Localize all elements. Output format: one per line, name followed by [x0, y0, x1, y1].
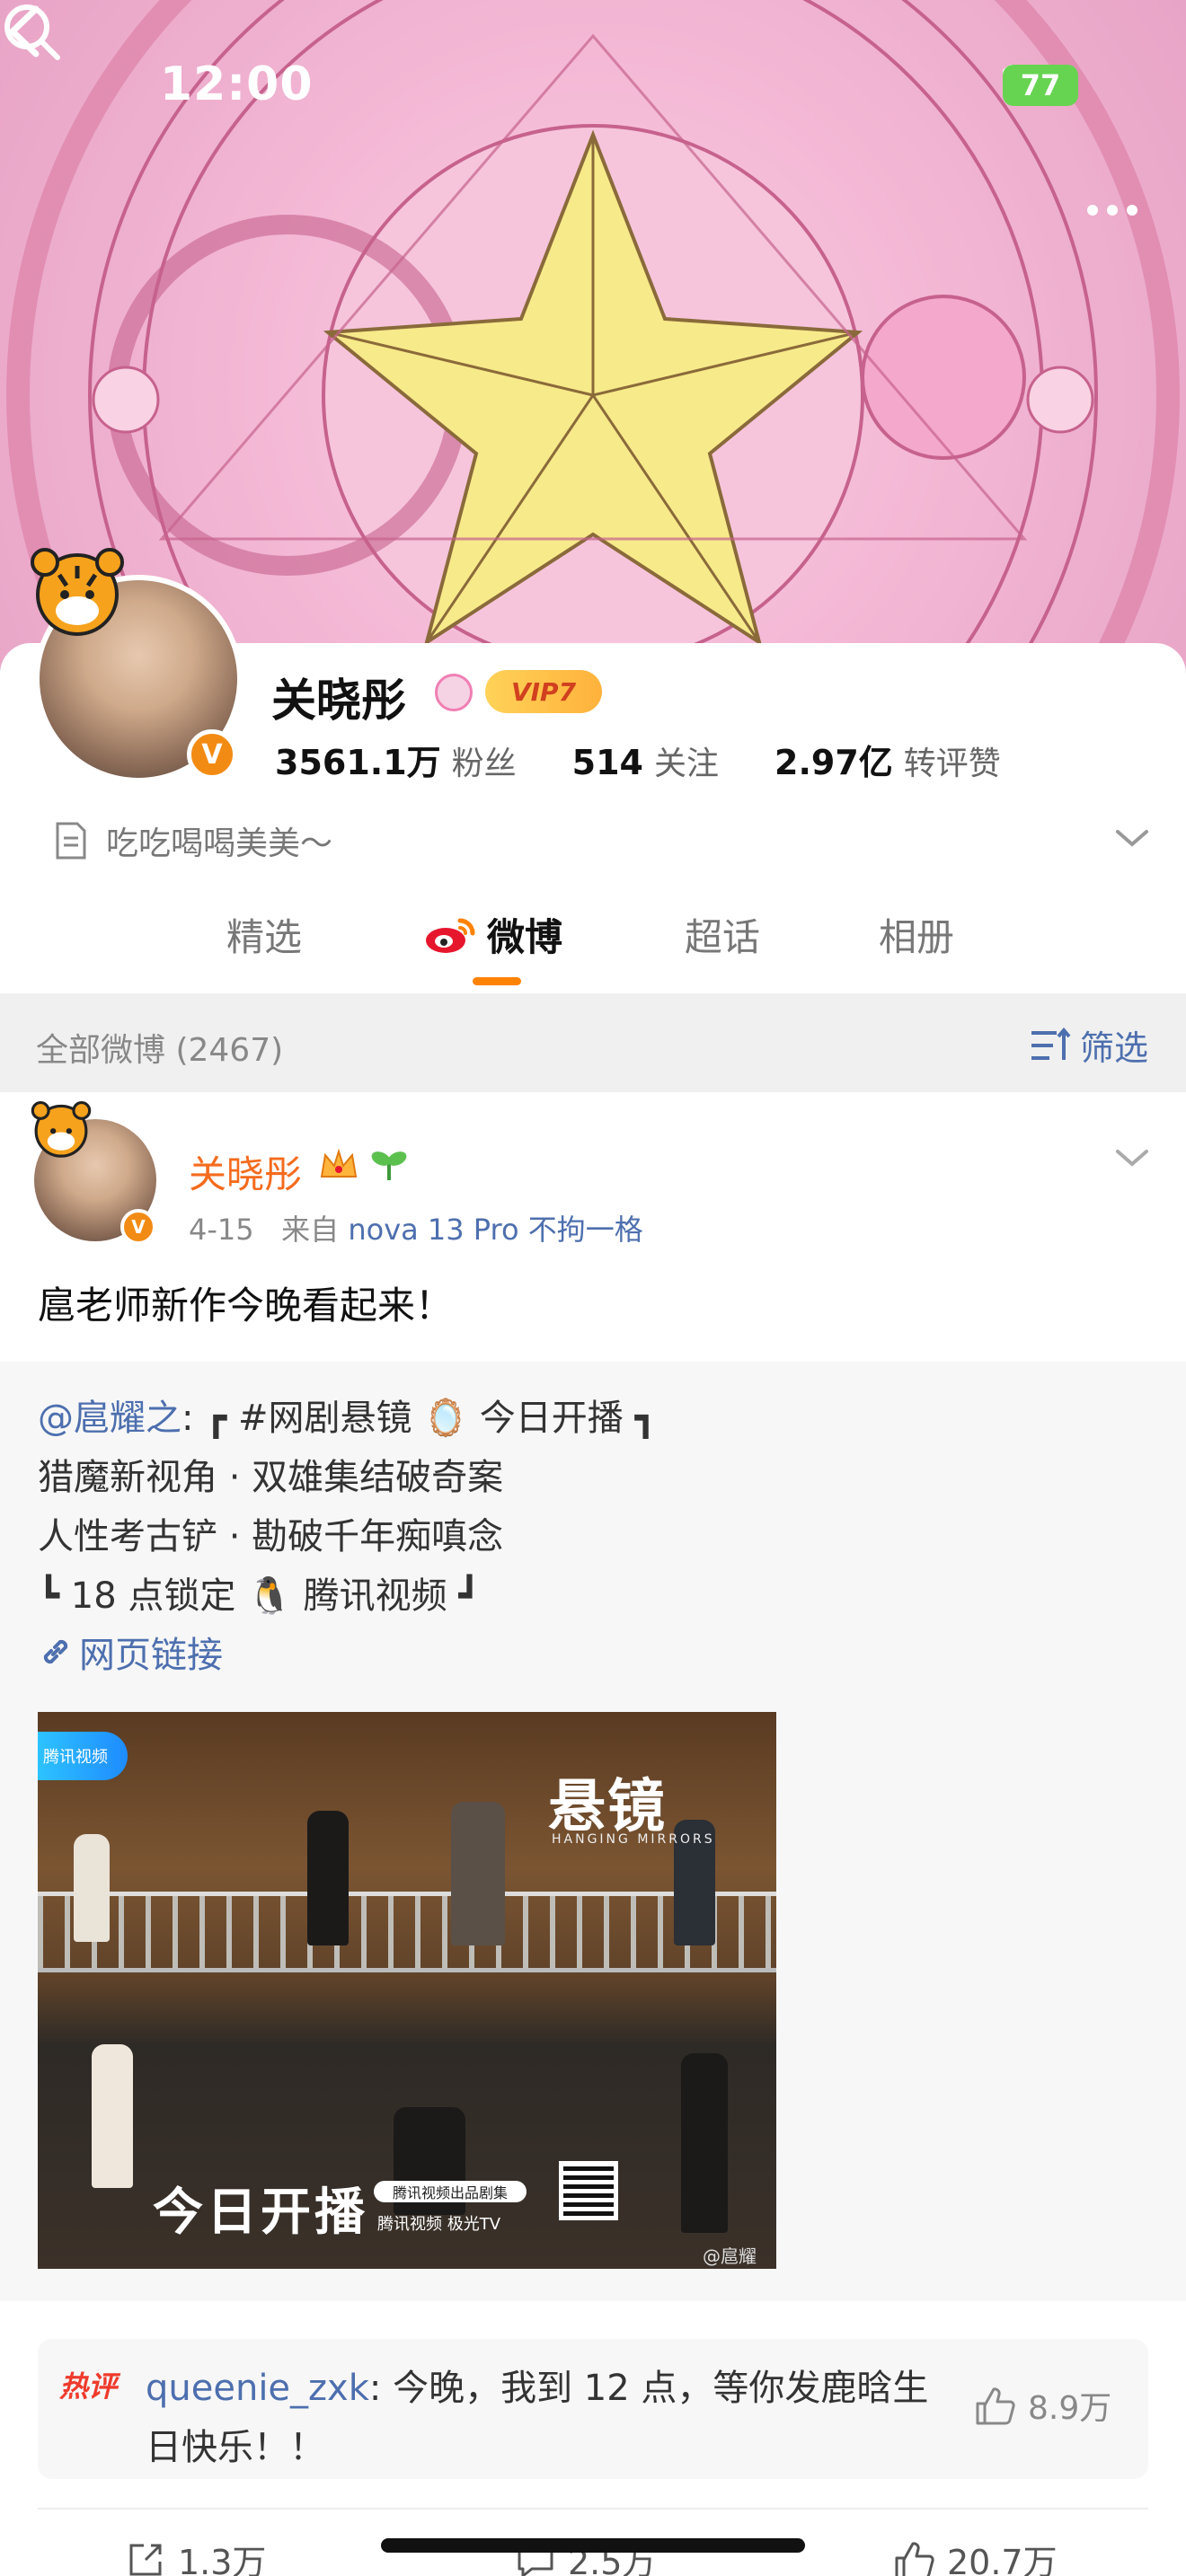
all-posts-count: 全部微博 (2467)	[36, 1032, 284, 1069]
interactions-count: 2.97亿	[774, 743, 893, 782]
battery-level: 77	[1020, 68, 1061, 102]
hot-comment-text: queenie_zxk: 今晚，我到 12 点，等你发鹿晗生日快乐！！	[146, 2359, 936, 2477]
interactions-label: 转评赞	[903, 745, 1001, 782]
profile-bio[interactable]: 吃吃喝喝美美～	[54, 817, 332, 864]
poster-title: 悬镜	[548, 1774, 667, 1840]
stat-followers[interactable]: 3561.1万 粉丝	[275, 735, 517, 784]
hot-comment-like-button[interactable]: 8.9万	[974, 2382, 1111, 2429]
profile-tabs: 精选 微博 超话 相册	[0, 898, 1186, 988]
post-verified-badge: V	[120, 1209, 156, 1245]
tiger-pendant-icon	[31, 1101, 92, 1158]
like-count: 20.7万	[947, 2543, 1058, 2576]
hot-comment[interactable]: 热评 queenie_zxk: 今晚，我到 12 点，等你发鹿晗生日快乐！！ 8…	[38, 2339, 1148, 2479]
poster-platforms: 腾讯视频 极光TV	[377, 2215, 501, 2234]
hot-comment-badge: 热评	[59, 2369, 118, 2404]
tiger-pendant-icon	[31, 548, 124, 636]
stat-following[interactable]: 514 关注	[572, 737, 719, 784]
post-date: 4-15	[189, 1213, 254, 1247]
web-link-label: 网页链接	[79, 1635, 223, 1676]
status-bar: 12:00 77	[0, 54, 1186, 117]
battery-indicator: 77	[1003, 65, 1078, 106]
chevron-down-icon[interactable]	[1114, 825, 1150, 851]
hot-comment-user[interactable]: queenie_zxk	[146, 2368, 369, 2409]
web-link[interactable]: 网页链接	[38, 1626, 223, 1678]
followers-count: 3561.1万	[275, 743, 441, 782]
post-author-name[interactable]: 关晓彤	[189, 1144, 302, 1199]
share-icon	[129, 2544, 162, 2575]
search-icon[interactable]	[0, 0, 63, 63]
poster-subtitle: HANGING MIRRORS	[552, 1832, 715, 1847]
repost-line-4: ┗ 18 点锁定 🐧 腾讯视频 ┛	[38, 1575, 481, 1617]
filter-icon	[1031, 1027, 1071, 1060]
link-icon	[43, 1639, 68, 1664]
profile-avatar[interactable]: V	[31, 548, 243, 783]
sprout-icon[interactable]	[368, 1146, 410, 1182]
post-source[interactable]: nova 13 Pro 不拘一格	[348, 1213, 642, 1247]
repost-line-3: 人性考古铲 · 勘破千年痴嗔念	[38, 1516, 504, 1557]
poster-watermark: @扈耀	[703, 2245, 757, 2267]
stat-interactions[interactable]: 2.97亿 转评赞	[774, 735, 1001, 784]
post-text: 扈老师新作今晚看起来！	[38, 1284, 454, 1328]
tab-super-topic[interactable]: 超话	[685, 907, 760, 962]
repost-count: 1.3万	[178, 2543, 267, 2576]
tab-featured[interactable]: 精选	[226, 907, 302, 962]
profile-stats: 3561.1万 粉丝 514 关注 2.97亿 转评赞	[275, 735, 1057, 784]
following-count: 514	[571, 743, 643, 782]
crown-icon[interactable]	[318, 1146, 359, 1182]
divider	[38, 2508, 1148, 2510]
like-button[interactable]: 20.7万	[893, 2535, 1058, 2576]
active-tab-indicator	[473, 977, 521, 985]
hot-comment-likes: 8.9万	[1028, 2390, 1112, 2427]
document-icon	[56, 822, 86, 860]
poster-railing	[38, 1892, 776, 1972]
thumbs-up-icon	[895, 2541, 934, 2576]
tab-weibo-label: 微博	[487, 915, 563, 959]
qr-code-icon	[559, 2161, 618, 2220]
status-time: 12:00	[160, 57, 314, 111]
filter-button[interactable]: 筛选	[1030, 1020, 1148, 1070]
post-source-prefix: 来自	[281, 1213, 340, 1247]
home-indicator[interactable]	[381, 2538, 805, 2553]
repost-line-2: 猎魔新视角 · 双雄集结破奇案	[38, 1457, 504, 1498]
post-author-avatar[interactable]: V	[31, 1101, 156, 1245]
vip-level-badge[interactable]: VIP7	[485, 670, 602, 713]
post-filter-bar: 全部微博 (2467) 筛选	[0, 993, 1186, 1092]
repost-line-1-text: : ┏ #网剧悬镜 🪞 今日开播 ┓	[181, 1398, 657, 1439]
post-author-badges	[318, 1146, 410, 1182]
poster-figure	[307, 1811, 349, 1945]
post-meta: 4-15 来自 nova 13 Pro 不拘一格	[189, 1207, 643, 1248]
poster-figure	[681, 2053, 728, 2233]
thumbs-up-icon	[976, 2387, 1015, 2425]
weibo-logo-icon	[426, 918, 475, 953]
verified-v-badge: V	[187, 729, 237, 780]
tencent-video-tag: 腾讯视频	[38, 1732, 128, 1780]
repost-author[interactable]: @扈耀之	[38, 1398, 181, 1439]
poster-figure	[92, 2044, 133, 2188]
poster-figure	[74, 1834, 110, 1942]
bio-text: 吃吃喝喝美美～	[106, 825, 333, 862]
repost-button[interactable]: 1.3万	[126, 2535, 266, 2576]
poster-headline: 今日开播	[153, 2183, 368, 2242]
poster-figure	[451, 1802, 505, 1945]
filter-label: 筛选	[1079, 1028, 1148, 1068]
tab-album[interactable]: 相册	[879, 907, 954, 962]
post-menu-chevron-icon[interactable]	[1114, 1144, 1150, 1171]
poster-info-pill: 腾讯视频出品剧集	[374, 2181, 527, 2202]
verified-identity-icon[interactable]	[435, 674, 473, 711]
followers-label: 粉丝	[451, 745, 517, 782]
drama-poster-image[interactable]: 腾讯视频 悬镜 HANGING MIRRORS 今日开播 腾讯视频出品剧集 腾讯…	[38, 1712, 776, 2269]
profile-name: 关晓彤	[271, 675, 406, 727]
more-options-icon[interactable]	[1087, 190, 1150, 230]
repost-line-1: @扈耀之: ┏ #网剧悬镜 🪞 今日开播 ┓	[38, 1389, 657, 1441]
following-label: 关注	[653, 745, 719, 782]
vip-label: VIP7	[510, 676, 577, 707]
tab-weibo[interactable]: 微博	[424, 907, 562, 962]
